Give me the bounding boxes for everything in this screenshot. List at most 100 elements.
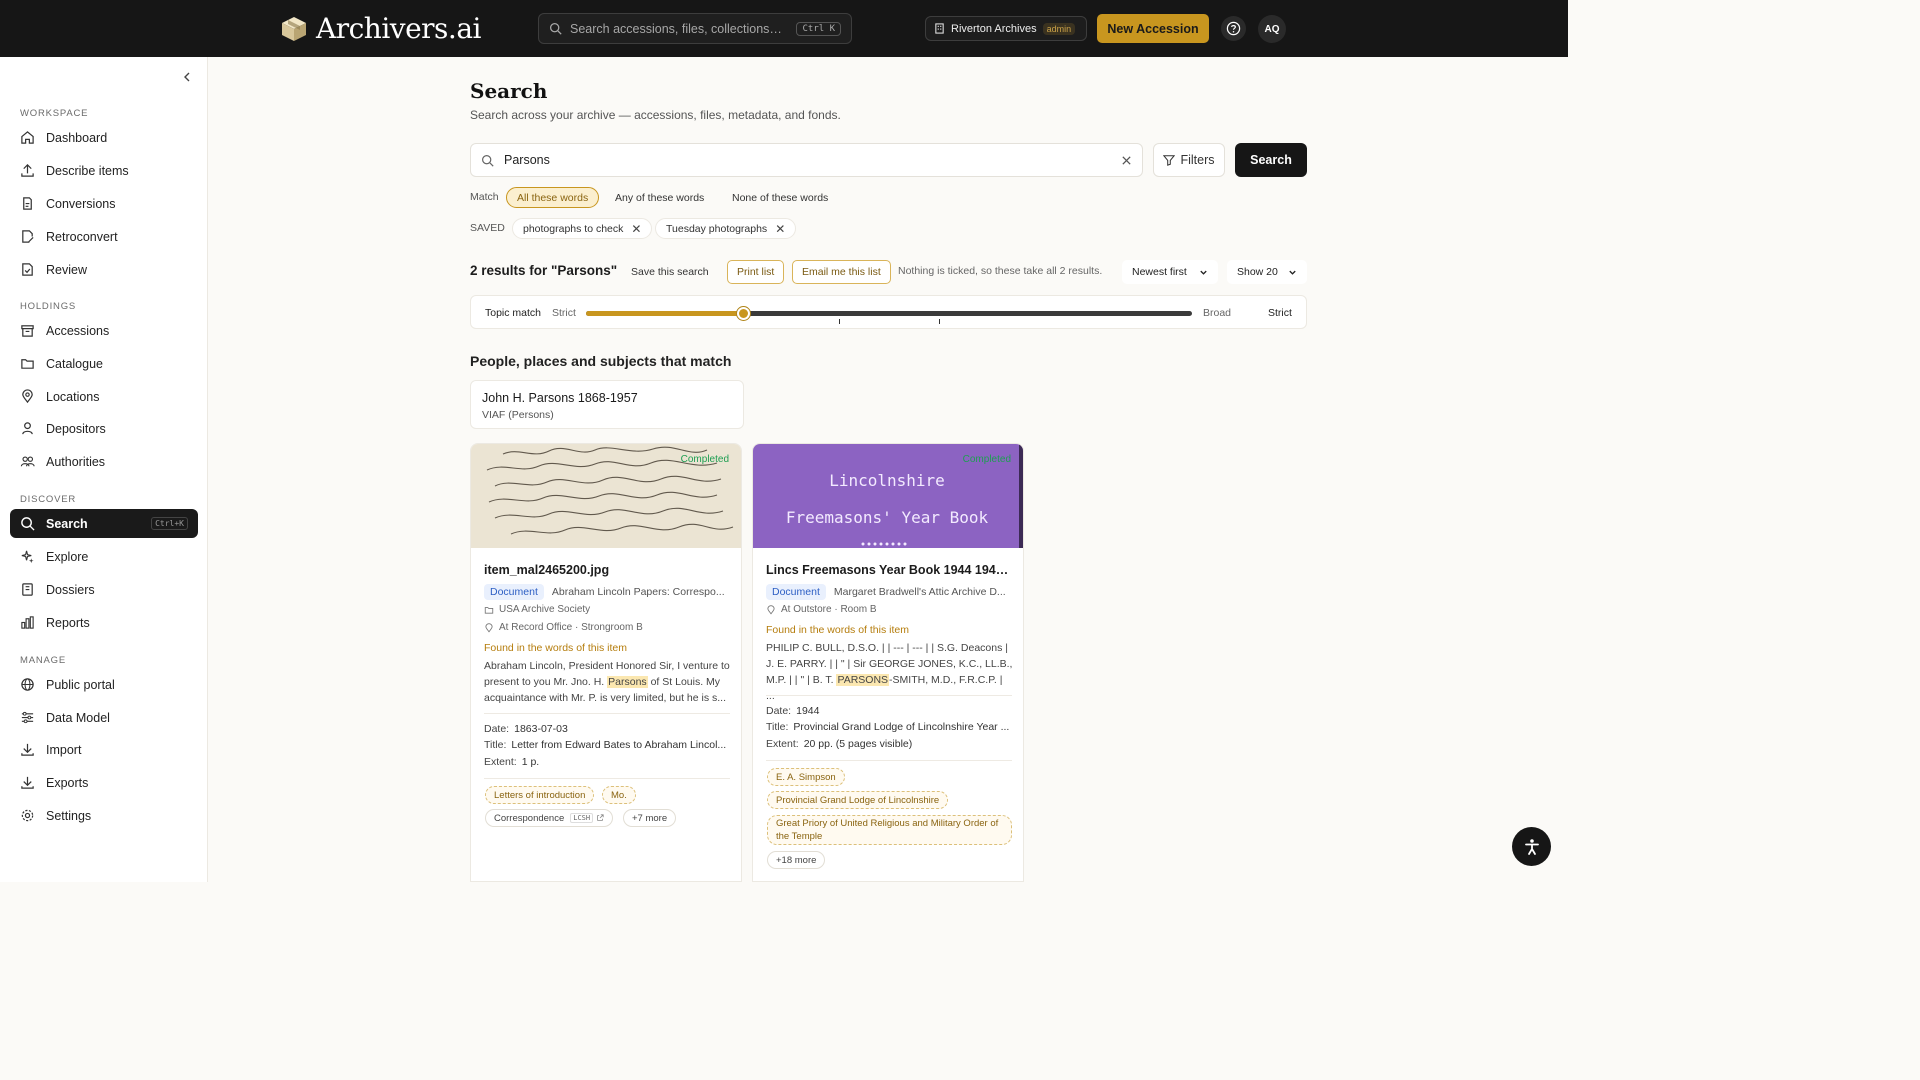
sidebar-item-public-portal[interactable]: Public portal — [10, 670, 198, 699]
sidebar-item-import[interactable]: Import — [10, 735, 198, 764]
filters-button[interactable]: Filters — [1153, 143, 1225, 177]
top-bar: Archivers.ai Search accessions, files, c… — [0, 0, 1568, 57]
close-icon[interactable]: ✕ — [631, 222, 641, 236]
sidebar-item-label: Import — [46, 742, 82, 757]
sidebar-item-review[interactable]: Review — [10, 255, 198, 284]
chevron-down-icon — [1289, 270, 1296, 275]
save-search-button[interactable]: Save this search — [622, 260, 718, 284]
subject-tag[interactable]: Mo. — [602, 786, 636, 804]
sidebar-item-conversions[interactable]: Conversions — [10, 189, 198, 218]
search-button[interactable]: Search — [1235, 143, 1307, 177]
sidebar-item-settings[interactable]: Settings — [10, 801, 198, 830]
download-icon — [21, 776, 34, 789]
divider — [484, 713, 730, 714]
organization-switcher[interactable]: Riverton Archives admin — [925, 16, 1087, 41]
saved-search-label: photographs to check — [523, 222, 624, 235]
filters-label: Filters — [1180, 153, 1215, 167]
map-pin-icon — [767, 604, 775, 614]
box-logo-icon — [280, 15, 308, 43]
section-label-manage: MANAGE — [20, 655, 66, 666]
sidebar-item-label: Authorities — [46, 454, 106, 469]
sort-select[interactable]: Newest first — [1122, 260, 1218, 284]
page-subtitle: Search across your archive — accessions,… — [470, 108, 841, 122]
match-none-words[interactable]: None of these words — [722, 187, 838, 208]
topic-match-handle[interactable] — [737, 307, 751, 320]
sidebar-item-label: Review — [46, 262, 87, 277]
sidebar-item-catalogue[interactable]: Catalogue — [10, 349, 198, 378]
subject-tag[interactable]: Correspondence LCSH — [485, 809, 614, 827]
subject-tag[interactable]: E. A. Simpson — [767, 768, 845, 786]
sidebar-item-depositors[interactable]: Depositors — [10, 414, 198, 443]
entity-source: VIAF (Persons) — [482, 409, 554, 421]
search-query: Parsons — [504, 153, 550, 167]
sidebar-item-reports[interactable]: Reports — [10, 608, 198, 637]
status-badge: Completed — [680, 454, 729, 465]
result-card[interactable]: Completed item_mal2465200.jpg Document A… — [470, 443, 742, 882]
download-icon — [21, 743, 34, 756]
sidebar-item-label: Exports — [46, 775, 89, 790]
folder-icon — [484, 606, 494, 614]
found-in-words-label: Found in the words of this item — [766, 624, 909, 636]
page-size-select[interactable]: Show 20 — [1227, 260, 1307, 284]
result-collection: Margaret Bradwell's Attic Archive D... — [833, 586, 1006, 598]
saved-label: SAVED — [470, 222, 505, 234]
new-accession-button[interactable]: New Accession — [1097, 14, 1209, 43]
sidebar-item-label: Data Model — [46, 710, 110, 725]
more-tags-button[interactable]: +18 more — [767, 851, 826, 869]
saved-search-chip[interactable]: photographs to check ✕ — [512, 218, 653, 239]
cover-subtitle: Freemasons' Year Book — [786, 508, 989, 527]
sidebar-item-dossiers[interactable]: Dossiers — [10, 575, 198, 604]
accessibility-button[interactable] — [1512, 827, 1551, 866]
close-icon[interactable] — [1121, 155, 1132, 166]
sidebar-item-search[interactable]: Search Ctrl+K — [10, 509, 198, 538]
brand-name: Archivers.ai — [316, 12, 481, 45]
email-list-button[interactable]: Email me this list — [792, 260, 891, 284]
global-search-placeholder: Search accessions, files, collections… — [570, 21, 782, 36]
topic-match-label: Topic match — [485, 307, 542, 319]
slider-left-label: Strict — [552, 307, 576, 319]
user-avatar[interactable]: AQ — [1258, 15, 1286, 43]
sidebar-item-data-model[interactable]: Data Model — [10, 703, 198, 732]
sidebar-item-dashboard[interactable]: Dashboard — [10, 123, 198, 152]
close-icon[interactable]: ✕ — [775, 222, 785, 236]
search-input[interactable]: Parsons — [470, 143, 1143, 177]
result-card[interactable]: Lincolnshire Freemasons' Year Book Compl… — [752, 443, 1024, 882]
sidebar-item-retroconvert[interactable]: Retroconvert — [10, 222, 198, 251]
subject-tag[interactable]: Letters of introduction — [485, 786, 595, 804]
map-pin-icon — [22, 389, 33, 404]
entity-card[interactable]: John H. Parsons 1868-1957 VIAF (Persons) — [470, 380, 744, 429]
help-button[interactable] — [1221, 16, 1246, 41]
conversion-icon — [23, 197, 32, 210]
subject-tag[interactable]: Great Priory of United Religious and Mil… — [767, 815, 1012, 845]
match-all-words[interactable]: All these words — [506, 187, 600, 208]
sidebar-item-locations[interactable]: Locations — [10, 382, 198, 411]
result-meta: Document Margaret Bradwell's Attic Archi… — [766, 584, 1014, 600]
brand[interactable]: Archivers.ai — [280, 12, 481, 45]
collapse-sidebar-button[interactable] — [180, 70, 194, 84]
match-any-words[interactable]: Any of these words — [605, 187, 714, 208]
sidebar-item-label: Settings — [46, 808, 92, 823]
result-meta: Document Abraham Lincoln Papers: Corresp… — [484, 584, 732, 600]
more-tags-button[interactable]: +7 more — [623, 809, 677, 827]
archive-box-icon — [21, 325, 34, 337]
result-date: Date: 1944 — [766, 705, 820, 717]
sidebar-item-explore[interactable]: Explore — [10, 542, 198, 571]
sidebar-item-label: Locations — [46, 389, 100, 404]
sidebar-item-exports[interactable]: Exports — [10, 768, 198, 797]
result-extent: Extent: 1 p. — [484, 756, 540, 768]
file-check-icon — [22, 263, 33, 276]
upload-icon — [21, 164, 34, 177]
global-search-input[interactable]: Search accessions, files, collections… C… — [538, 13, 852, 44]
type-badge: Document — [484, 584, 544, 600]
sidebar-item-label: Depositors — [46, 421, 106, 436]
result-filename[interactable]: item_mal2465200.jpg — [484, 563, 730, 577]
sidebar-item-describe-items[interactable]: Describe items — [10, 156, 198, 185]
result-institution: USA Archive Society — [484, 604, 590, 615]
subject-tag[interactable]: Provincial Grand Lodge of Lincolnshire — [767, 791, 949, 809]
sidebar-item-accessions[interactable]: Accessions — [10, 316, 198, 345]
sidebar-item-authorities[interactable]: Authorities — [10, 447, 198, 476]
page-title: Search — [470, 79, 548, 103]
saved-search-chip[interactable]: Tuesday photographs ✕ — [655, 218, 797, 239]
result-filename[interactable]: Lincs Freemasons Year Book 1944 1945.tif — [766, 563, 1012, 577]
print-list-button[interactable]: Print list — [727, 260, 785, 284]
